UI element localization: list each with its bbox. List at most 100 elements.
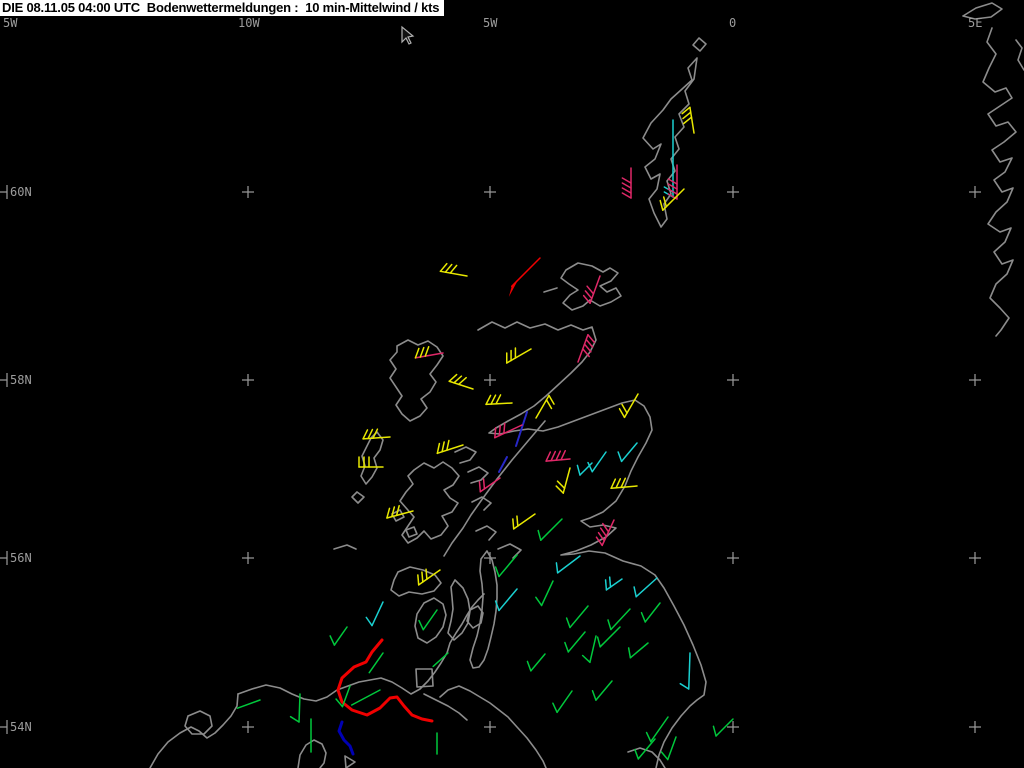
wind-barb <box>627 642 649 659</box>
wind-barb <box>681 106 695 134</box>
grid-cross <box>242 374 254 386</box>
wind-barb <box>564 631 586 653</box>
coastline-norway-edge <box>1015 39 1024 71</box>
weather-map-window: 5W 10W 5W 0 5E 60N 58N 56N 54N DIE 08.11.05 04:0… <box>0 0 1024 768</box>
coastline-galloway-coast <box>237 593 485 702</box>
blue-segment-2 <box>498 456 508 473</box>
wind-barb <box>365 601 384 627</box>
wind-barb <box>617 442 638 463</box>
wind-barb <box>660 736 677 761</box>
coastline-barra <box>351 491 365 504</box>
wind-barb <box>289 693 301 723</box>
coastline-ne-england-bit <box>627 747 666 768</box>
wind-barb <box>386 504 414 519</box>
lat-label: 60N <box>0 185 32 199</box>
title-bar: DIE 08.11.05 04:00 UTC Bodenwettermeldun… <box>0 0 445 16</box>
grid-cross <box>484 721 496 733</box>
grid-cross <box>969 721 981 733</box>
wind-barb <box>621 167 632 199</box>
wind-barb <box>535 394 555 419</box>
grid-cross <box>727 552 739 564</box>
svg-text:58N: 58N <box>10 373 32 387</box>
wind-barb <box>418 609 438 631</box>
coastline-norway-coast <box>982 27 1017 337</box>
grid-cross <box>727 186 739 198</box>
wind-barb <box>236 699 261 709</box>
coastline-skye <box>399 461 460 544</box>
coastline-ireland-coast <box>149 693 239 768</box>
lat-label: 58N <box>0 373 32 387</box>
wind-barb <box>494 588 518 612</box>
wind-barb <box>508 257 541 297</box>
wind-barb <box>526 653 546 672</box>
grid-cross <box>727 374 739 386</box>
wind-barb <box>439 262 468 277</box>
grid-cross <box>484 374 496 386</box>
coastline-lewis-harris <box>389 339 444 422</box>
lon-label: 5E <box>968 16 982 30</box>
grid-cross <box>969 552 981 564</box>
blue-front <box>337 720 355 756</box>
coastline-mull <box>390 566 442 597</box>
lon-label: 0 <box>729 16 736 30</box>
lat-label: 54N <box>0 720 32 734</box>
wind-barb <box>679 652 691 690</box>
coastline-coast-triangle <box>344 755 356 768</box>
wind-barb <box>485 394 513 406</box>
lon-label: 10W <box>238 16 260 30</box>
svg-text:60N: 60N <box>10 185 32 199</box>
coastline-shetland <box>642 57 698 228</box>
wind-barb <box>633 577 658 598</box>
wind-barb <box>610 477 638 490</box>
mouse-cursor-icon <box>401 25 415 45</box>
coastline-west-loch-4 <box>475 525 497 541</box>
svg-text:54N: 54N <box>10 720 32 734</box>
wind-flag <box>508 279 519 297</box>
wind-barb <box>350 689 381 706</box>
svg-text:56N: 56N <box>10 551 32 565</box>
wind-barb <box>512 513 536 530</box>
lon-label: 5W <box>483 16 498 30</box>
wind-barb <box>494 554 518 578</box>
wind-barb <box>565 605 589 629</box>
wind-barb <box>596 626 621 648</box>
grid-cross <box>242 721 254 733</box>
wind-barb <box>506 347 532 364</box>
wind-barb <box>545 449 571 462</box>
wind-barb <box>535 580 554 607</box>
wind-barb <box>587 451 607 473</box>
wind-barb <box>604 576 623 591</box>
coastline-kintyre <box>469 550 498 669</box>
wind-barb <box>640 602 661 623</box>
grid-cross <box>484 186 496 198</box>
coastline-west-loch-1 <box>454 446 477 464</box>
wind-barb <box>581 635 597 664</box>
coastline-west-loch-2 <box>467 466 489 484</box>
grid-cross <box>969 186 981 198</box>
wind-barb <box>555 555 581 574</box>
lon-label: 5W <box>3 16 18 30</box>
wind-barb <box>362 428 391 440</box>
coastline-jura <box>447 579 471 641</box>
title-text: DIE 08.11.05 04:00 UTC Bodenwettermeldun… <box>2 0 440 15</box>
grid-cross <box>242 186 254 198</box>
coastline-shetland-north-isle <box>692 37 707 52</box>
map-canvas: 5W 10W 5W 0 5E 60N 58N 56N 54N <box>0 2 1024 768</box>
coastline-small-isle-2 <box>405 526 418 538</box>
grid-cross <box>242 552 254 564</box>
grid-cross <box>969 374 981 386</box>
wind-barb <box>436 439 464 455</box>
coastline-clyde-lochs <box>497 543 522 559</box>
wind-barb <box>537 518 563 541</box>
wind-barb <box>618 393 639 419</box>
coastline-foyle-inlet <box>297 739 327 768</box>
lat-label: 56N <box>0 551 32 565</box>
wind-barb <box>329 626 348 646</box>
coastline-coll-tiree <box>333 544 357 550</box>
wind-barb <box>645 716 669 743</box>
coastline-orkney <box>560 262 622 311</box>
wind-barb <box>448 373 474 390</box>
wind-barb <box>607 608 631 631</box>
wind-barb <box>591 680 613 701</box>
wind-barb <box>582 275 601 305</box>
